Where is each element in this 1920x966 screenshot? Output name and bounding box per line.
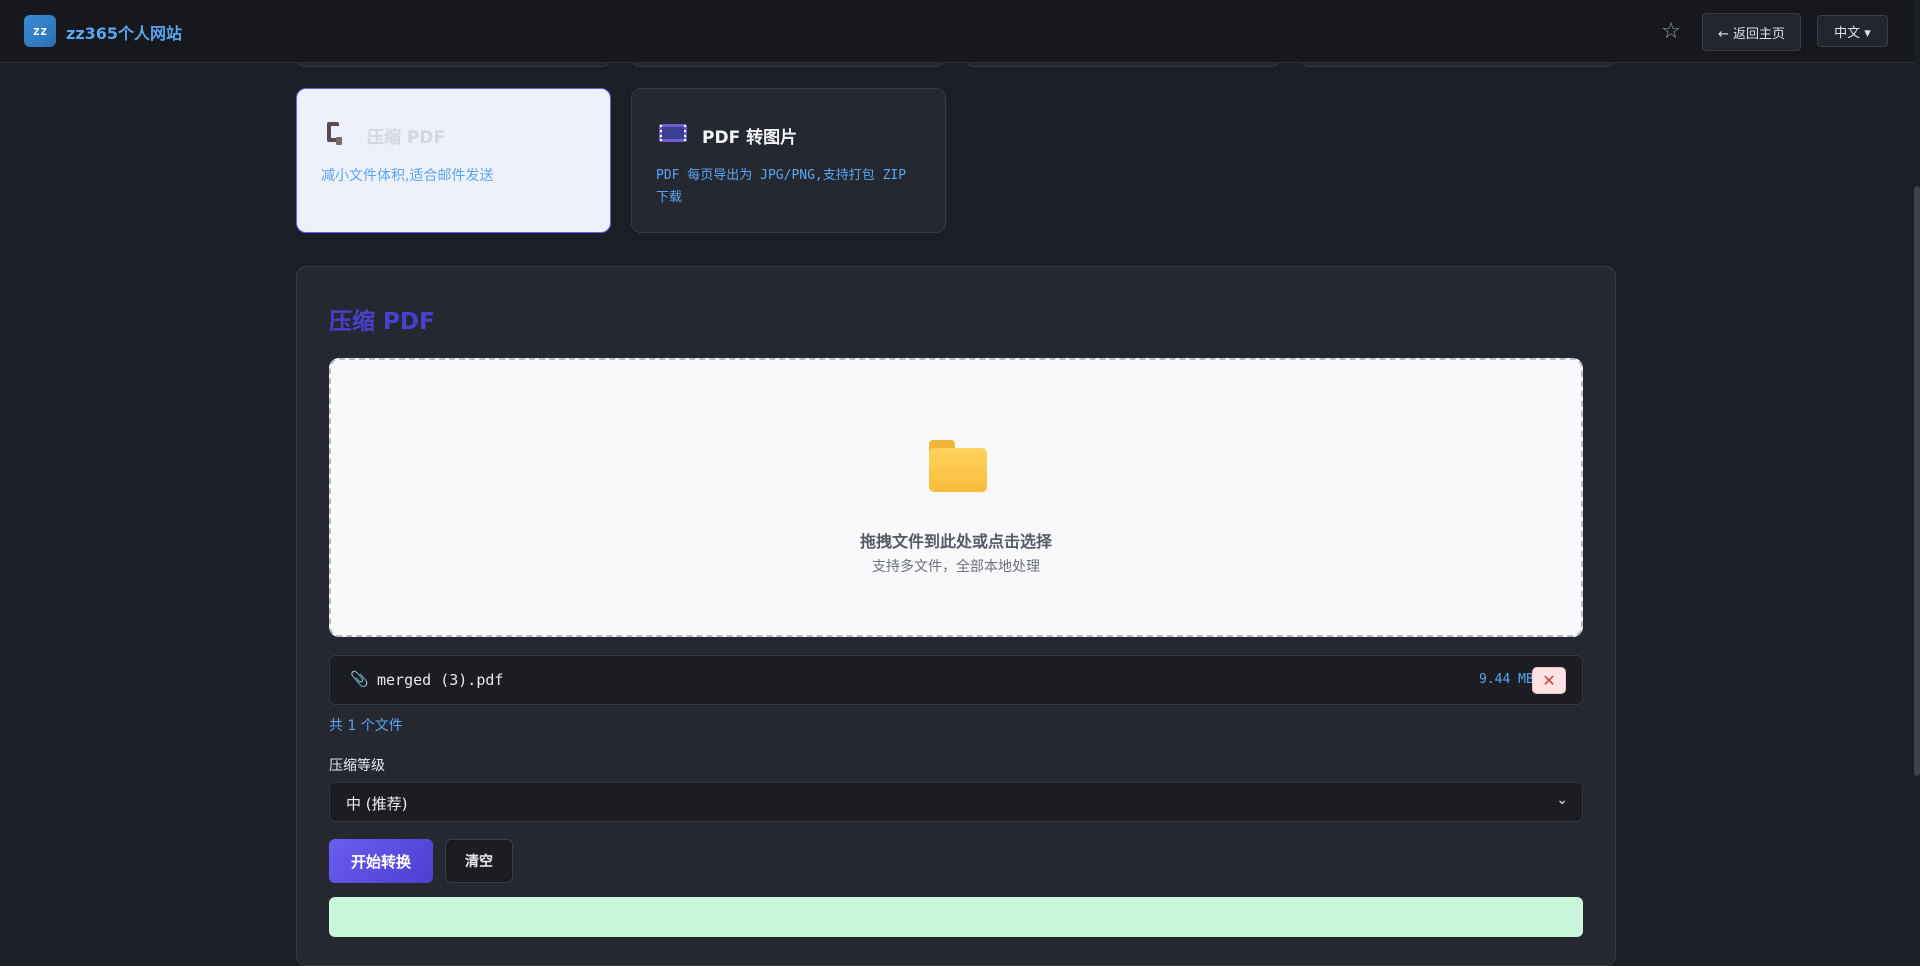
tool-card-compress-pdf[interactable]: 压缩 PDF 减小文件体积,适合邮件发送 [296,88,611,233]
file-dropzone[interactable]: 拖拽文件到此处或点击选择 支持多文件，全部本地处理 [329,358,1583,637]
compress-panel: 压缩 PDF 拖拽文件到此处或点击选择 支持多文件，全部本地处理 📎 merge… [296,266,1616,966]
compression-level-value: 中 (推荐) [346,795,408,813]
site-logo[interactable]: zz [24,15,56,47]
compression-level-select[interactable]: 中 (推荐) ⌄ [329,782,1583,822]
close-icon: ✕ [1542,671,1556,690]
clear-button[interactable]: 清空 [445,839,513,883]
top-header: zz zz365个人网站 ☆ ← 返回主页 中文 ▾ [0,0,1914,63]
compression-level-label: 压缩等级 [329,758,385,774]
back-home-button[interactable]: ← 返回主页 [1702,13,1801,51]
tool-card-title: PDF 转图片 [702,128,798,148]
tool-card-pdf-to-image[interactable]: PDF 转图片 PDF 每页导出为 JPG/PNG,支持打包 ZIP 下载 [631,88,946,233]
star-icon[interactable]: ☆ [1656,15,1686,47]
dropzone-sub-text: 支持多文件，全部本地处理 [872,559,1040,575]
remove-file-button[interactable]: ✕ [1532,667,1566,694]
file-list-item: 📎 merged (3).pdf 9.44 MB ✕ [329,655,1583,705]
tool-card-desc: 减小文件体积,适合邮件发送 [321,168,494,184]
panel-title: 压缩 PDF [329,309,435,335]
start-convert-button[interactable]: 开始转换 [329,839,433,883]
file-name: merged (3).pdf [377,671,504,689]
language-select[interactable]: 中文 ▾ [1817,15,1888,47]
site-title[interactable]: zz365个人网站 [66,20,182,44]
scrollbar-thumb[interactable] [1914,186,1920,776]
file-count: 共 1 个文件 [329,718,403,734]
chevron-down-icon: ⌄ [1556,792,1568,808]
dropzone-main-text: 拖拽文件到此处或点击选择 [859,532,1052,551]
result-box [329,897,1583,937]
paperclip-icon: 📎 [350,670,369,688]
clamp-icon [323,119,351,147]
film-icon [658,119,687,147]
tool-card-desc: PDF 每页导出为 JPG/PNG,支持打包 ZIP 下载 [656,168,907,205]
file-size: 9.44 MB [1479,672,1534,687]
folder-icon [929,440,987,492]
tool-card-title: 压缩 PDF [367,128,446,148]
